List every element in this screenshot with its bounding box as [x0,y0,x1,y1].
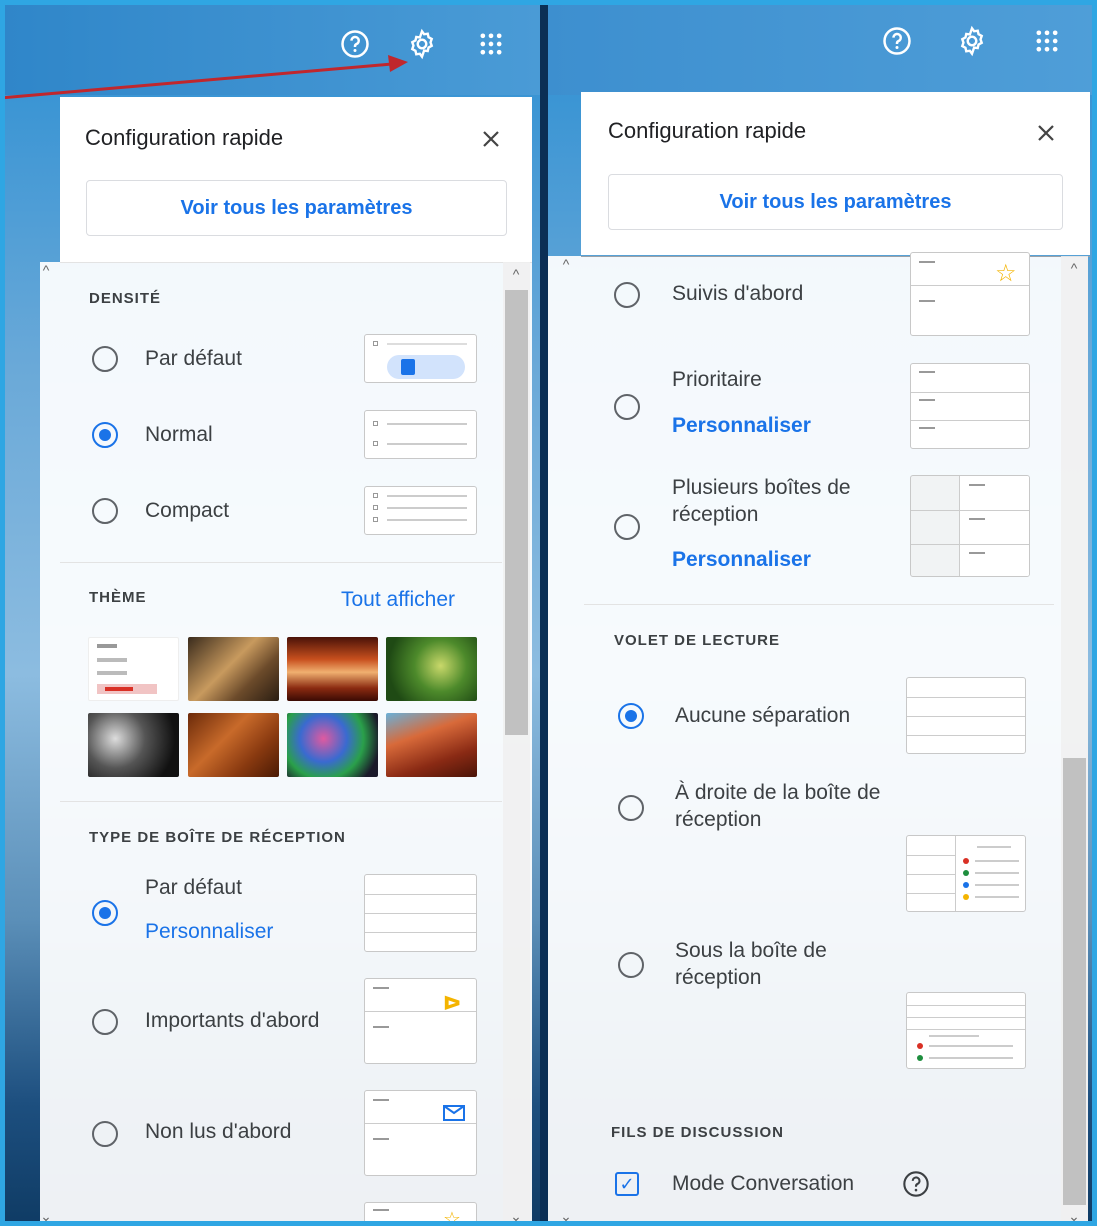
density-heading: DENSITÉ [89,290,162,307]
inbox-multiple-label: Plusieurs boîtes de réception [672,476,851,526]
density-default-preview [364,334,477,383]
inbox-starred-first-radio[interactable] [614,282,640,308]
density-compact-radio[interactable] [92,498,118,524]
reading-pane-below-radio[interactable] [618,952,644,978]
inbox-starred-first-label: Suivis d'abord [672,282,804,305]
density-normal-radio[interactable] [92,422,118,448]
density-compact-label: Compact [145,499,230,522]
reading-pane-right-radio[interactable] [618,795,644,821]
theme-tile-lights[interactable] [287,713,378,777]
important-icon: ᐅ [443,993,462,1015]
inbox-priority-label: Prioritaire [672,368,762,391]
reading-pane-below-preview [906,992,1026,1069]
density-compact-preview [364,486,477,535]
divider [584,604,1054,605]
apps-icon[interactable] [1030,24,1064,58]
divider [60,801,502,802]
reading-pane-none-preview [906,677,1026,754]
apps-icon[interactable] [474,27,508,61]
settings-icon[interactable] [955,24,989,58]
theme-tile-bubbles[interactable] [88,713,179,777]
reading-pane-none-radio[interactable] [618,703,644,729]
red-arrow-annotation [0,55,408,100]
inbox-multiple-preview [910,475,1030,577]
scroll-up-icon[interactable]: ^ [556,256,576,272]
close-icon[interactable] [1031,118,1061,148]
help-icon[interactable] [880,24,914,58]
reading-pane-heading: VOLET DE LECTURE [614,632,781,649]
inbox-priority-preview [910,363,1030,449]
inbox-unread-first-radio[interactable] [92,1121,118,1147]
divider [60,262,532,263]
theme-tile-plant[interactable] [386,637,477,701]
inbox-starred-first-preview: ☆ [910,252,1030,336]
density-default-radio[interactable] [92,346,118,372]
reading-pane-right-label: À droite de la boîte de réception [675,781,881,831]
reading-pane-right-preview [906,835,1026,912]
customize-link[interactable]: Personnaliser [672,548,811,572]
inbox-multiple-radio[interactable] [614,514,640,540]
header-bar-right [548,0,1097,95]
density-default-label: Par défaut [145,347,242,370]
scroll-down-icon[interactable]: ⌄ [36,1208,56,1225]
inbox-type-heading: TYPE DE BOÎTE DE RÉCEPTION [89,829,346,846]
divider [60,562,502,563]
threading-heading: FILS DE DISCUSSION [611,1124,785,1141]
panel-title: Configuration rapide [608,118,807,143]
theme-tile-default[interactable] [88,637,179,701]
inbox-default-radio[interactable] [92,900,118,926]
inbox-default-label: Par défaut [145,876,242,899]
see-all-settings-button[interactable]: Voir tous les paramètres [608,174,1063,230]
scrollbar-thumb[interactable] [505,290,528,735]
panel-title: Configuration rapide [85,125,284,150]
inbox-starred-first-preview: ☆ [364,1202,477,1226]
star-icon: ☆ [995,260,1017,287]
density-normal-preview [364,410,477,459]
density-normal-label: Normal [145,423,213,446]
close-icon[interactable] [476,124,506,154]
screenshot-separator [540,0,548,1226]
inbox-important-first-radio[interactable] [92,1009,118,1035]
star-icon: ☆ [443,1209,461,1226]
theme-tile-chess[interactable] [188,637,279,701]
reading-pane-below-label: Sous la boîte de réception [675,939,827,989]
theme-tile-rock[interactable] [386,713,477,777]
inbox-unread-first-label: Non lus d'abord [145,1120,292,1143]
inbox-unread-first-preview [364,1090,477,1176]
scroll-down-icon[interactable]: ⌄ [556,1208,576,1225]
inbox-default-preview [364,874,477,952]
scroll-up-icon[interactable]: ^ [36,262,56,278]
inbox-important-first-preview: ᐅ [364,978,477,1064]
help-icon[interactable] [902,1170,930,1198]
inbox-priority-radio[interactable] [614,394,640,420]
scrollbar-thumb[interactable] [1063,758,1086,1205]
scroll-up-icon[interactable]: ^ [506,266,526,282]
scroll-down-icon[interactable]: ⌄ [506,1208,526,1225]
theme-tile-leaves[interactable] [188,713,279,777]
theme-tile-canyon[interactable] [287,637,378,701]
conversation-mode-checkbox[interactable]: ✓ [615,1172,639,1196]
conversation-mode-label: Mode Conversation [672,1172,855,1195]
customize-link[interactable]: Personnaliser [672,414,811,438]
customize-link[interactable]: Personnaliser [145,920,273,944]
mail-icon [443,1105,465,1121]
scroll-up-icon[interactable]: ^ [1064,260,1084,276]
show-all-themes-link[interactable]: Tout afficher [341,588,455,612]
reading-pane-none-label: Aucune séparation [675,704,851,727]
inbox-important-first-label: Importants d'abord [145,1009,320,1032]
scroll-down-icon[interactable]: ⌄ [1064,1208,1084,1225]
theme-heading: THÈME [89,589,147,606]
see-all-settings-button[interactable]: Voir tous les paramètres [86,180,507,236]
